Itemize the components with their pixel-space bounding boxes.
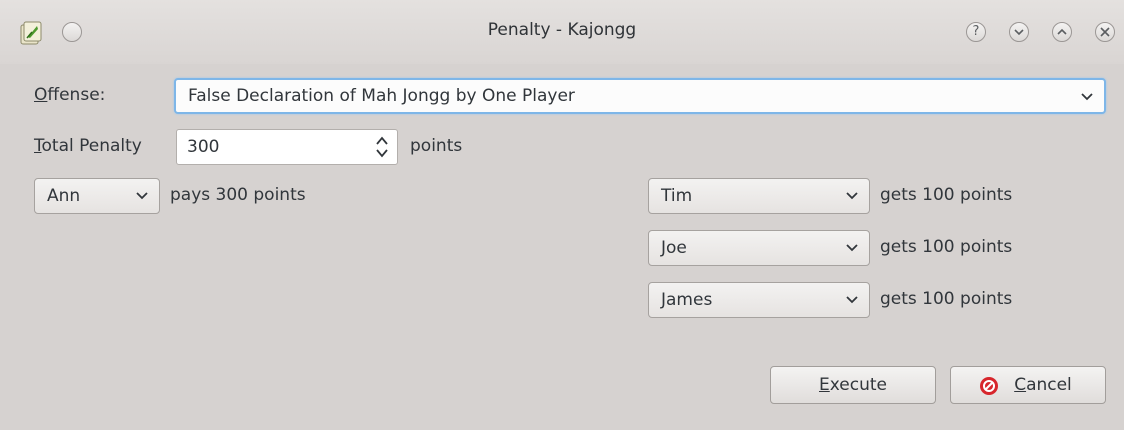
offense-combo[interactable]: False Declaration of Mah Jongg by One Pl… xyxy=(174,78,1106,114)
total-penalty-unit: points xyxy=(410,136,463,156)
cancel-button[interactable]: Cancel xyxy=(950,366,1106,404)
penalty-dialog: Penalty - Kajongg ? Offense: False Decla… xyxy=(0,0,1124,430)
execute-label-text: xecute xyxy=(829,375,887,395)
total-penalty-spinbox[interactable]: 300 xyxy=(176,129,398,165)
help-icon[interactable]: ? xyxy=(966,22,986,42)
minimize-icon[interactable] xyxy=(1009,22,1029,42)
offense-label: Offense: xyxy=(34,85,106,105)
close-icon[interactable] xyxy=(1095,22,1115,42)
title-bar[interactable]: Penalty - Kajongg ? xyxy=(0,0,1124,64)
payer-text: pays 300 points xyxy=(170,185,306,205)
payee-name: James xyxy=(661,290,713,310)
payee-text-tim: gets 100 points xyxy=(880,185,1013,205)
total-penalty-label-text: otal Penalty xyxy=(41,136,142,156)
cancel-label-text: ancel xyxy=(1026,375,1072,395)
maximize-icon[interactable] xyxy=(1052,22,1072,42)
cancel-icon xyxy=(980,377,998,395)
payee-text-joe: gets 100 points xyxy=(880,237,1013,257)
chevron-down-icon xyxy=(846,192,858,200)
payee-name: Tim xyxy=(661,186,693,206)
window-title: Penalty - Kajongg xyxy=(487,20,637,40)
chevron-down-icon xyxy=(1081,93,1093,101)
offense-label-text: ffense: xyxy=(47,85,106,105)
spin-arrows-icon[interactable] xyxy=(375,135,389,159)
total-penalty-label: Total Penalty xyxy=(34,136,142,156)
payee-combo-joe[interactable]: Joe xyxy=(648,230,870,266)
payee-name: Joe xyxy=(661,238,687,258)
payee-text-james: gets 100 points xyxy=(880,289,1013,309)
payer-combo[interactable]: Ann xyxy=(34,178,160,214)
chevron-down-icon xyxy=(846,296,858,304)
payee-combo-tim[interactable]: Tim xyxy=(648,178,870,214)
execute-button[interactable]: Execute xyxy=(770,366,936,404)
chevron-down-icon xyxy=(136,192,148,200)
payee-combo-james[interactable]: James xyxy=(648,282,870,318)
total-penalty-value: 300 xyxy=(187,137,220,157)
chevron-down-icon xyxy=(846,244,858,252)
payer-name: Ann xyxy=(47,186,81,206)
offense-value: False Declaration of Mah Jongg by One Pl… xyxy=(188,86,575,106)
